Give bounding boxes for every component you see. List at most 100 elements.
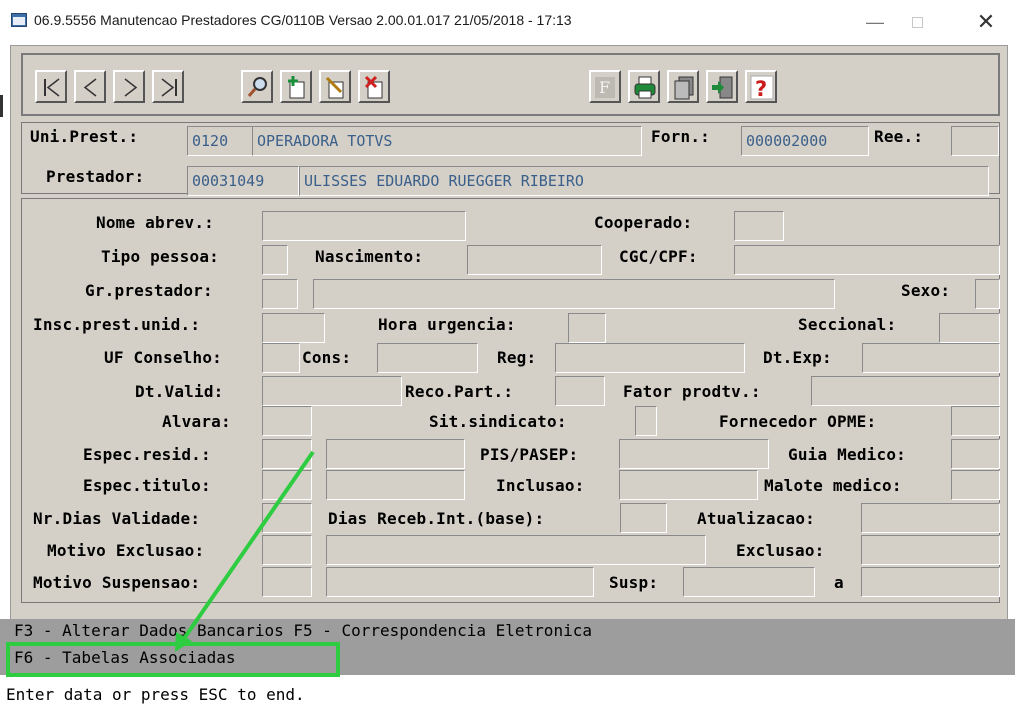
fkey-line-1[interactable]: F3 - Alterar Dados Bancarios F5 - Corres… xyxy=(14,621,592,640)
add-record-icon xyxy=(288,76,305,99)
insc-prest-unid-label: Insc.prest.unid.: xyxy=(33,315,201,334)
dt-valid-field[interactable] xyxy=(262,376,402,406)
fornecedor-opme-label: Fornecedor OPME: xyxy=(719,412,877,431)
uf-conselho-field[interactable] xyxy=(262,343,300,373)
delete-record-icon xyxy=(364,75,383,99)
susp-start-field[interactable] xyxy=(683,567,815,597)
uni-prest-name-field[interactable]: OPERADORA TOTVS xyxy=(252,126,642,156)
espec-titulo-label: Espec.titulo: xyxy=(83,476,211,495)
forn-field[interactable]: 000002000 xyxy=(741,126,869,156)
nome-abrev-label: Nome abrev.: xyxy=(96,213,214,232)
exit-button[interactable] xyxy=(706,70,738,103)
susp-end-field[interactable] xyxy=(861,567,1000,597)
filter-button[interactable]: F xyxy=(589,70,621,103)
edit-record-icon xyxy=(325,76,344,99)
seccional-field[interactable] xyxy=(939,313,1000,343)
exclusao-field[interactable] xyxy=(861,535,1000,565)
gr-prestador-code-field[interactable] xyxy=(262,279,298,309)
espec-titulo-desc-field[interactable] xyxy=(326,470,465,500)
minimize-button[interactable]: — xyxy=(855,8,895,36)
ree-label: Ree.: xyxy=(874,127,924,146)
alvara-field[interactable] xyxy=(262,406,312,436)
uni-prest-code-field[interactable]: 0120 xyxy=(187,126,257,156)
gr-prestador-desc-field[interactable] xyxy=(313,279,835,309)
cons-field[interactable] xyxy=(377,343,478,373)
susp-label: Susp: xyxy=(609,573,659,592)
nr-dias-validade-field[interactable] xyxy=(262,503,312,533)
uni-prest-label: Uni.Prest.: xyxy=(30,127,139,146)
sit-sindicato-field[interactable] xyxy=(635,406,657,436)
nr-dias-validade-label: Nr.Dias Validade: xyxy=(33,509,201,528)
close-button[interactable]: ✕ xyxy=(966,8,1006,36)
tipo-pessoa-field[interactable] xyxy=(262,245,288,275)
exclusao-label: Exclusao: xyxy=(736,541,825,560)
espec-resid-label: Espec.resid.: xyxy=(83,445,211,464)
sexo-label: Sexo: xyxy=(901,281,951,300)
motivo-suspensao-desc-field[interactable] xyxy=(326,567,594,597)
search-button[interactable] xyxy=(241,70,273,103)
nome-abrev-field[interactable] xyxy=(262,211,466,241)
copy-icon xyxy=(674,76,694,100)
atualizacao-field[interactable] xyxy=(861,503,1000,533)
alvara-label: Alvara: xyxy=(162,412,231,431)
reg-field[interactable] xyxy=(555,343,745,373)
tipo-pessoa-label: Tipo pessoa: xyxy=(101,247,219,266)
first-record-icon xyxy=(44,78,60,97)
seccional-label: Seccional: xyxy=(798,315,897,334)
pis-pasep-label: PIS/PASEP: xyxy=(480,445,579,464)
motivo-exclusao-label: Motivo Exclusao: xyxy=(47,541,205,560)
previous-record-button[interactable] xyxy=(74,70,106,103)
last-record-icon xyxy=(161,78,177,97)
reco-part-field[interactable] xyxy=(555,376,605,406)
copy-button[interactable] xyxy=(667,70,699,103)
espec-resid-code-field[interactable] xyxy=(262,439,312,469)
maximize-button[interactable] xyxy=(897,8,937,36)
last-record-button[interactable] xyxy=(152,70,184,103)
inclusao-field[interactable] xyxy=(619,470,758,500)
help-icon: ? xyxy=(750,75,774,101)
first-record-button[interactable] xyxy=(35,70,67,103)
gr-prestador-label: Gr.prestador: xyxy=(85,281,213,300)
dt-valid-label: Dt.Valid: xyxy=(135,382,224,401)
fator-prodtv-field[interactable] xyxy=(811,376,1000,406)
delete-record-button[interactable] xyxy=(358,70,390,103)
inclusao-label: Inclusao: xyxy=(496,476,585,495)
uf-conselho-label: UF Conselho: xyxy=(104,348,222,367)
dt-exp-label: Dt.Exp: xyxy=(763,348,832,367)
motivo-suspensao-code-field[interactable] xyxy=(262,567,312,597)
cooperado-label: Cooperado: xyxy=(594,213,693,232)
help-button[interactable]: ? xyxy=(745,70,777,103)
edit-record-button[interactable] xyxy=(319,70,351,103)
cgc-cpf-field[interactable] xyxy=(734,245,1000,275)
add-record-button[interactable] xyxy=(280,70,312,103)
malote-medico-field[interactable] xyxy=(951,470,1000,500)
motivo-exclusao-desc-field[interactable] xyxy=(326,535,706,565)
reg-label: Reg: xyxy=(497,348,537,367)
window-edge-marker xyxy=(0,95,3,117)
svg-text:?: ? xyxy=(755,77,767,101)
next-record-icon xyxy=(124,78,138,97)
insc-prest-unid-field[interactable] xyxy=(262,313,325,343)
ree-field[interactable] xyxy=(951,126,999,156)
print-icon xyxy=(634,76,656,99)
prestador-label: Prestador: xyxy=(46,167,145,186)
dt-exp-field[interactable] xyxy=(862,343,1000,373)
sexo-field[interactable] xyxy=(975,279,1000,309)
guia-medico-field[interactable] xyxy=(951,439,1000,469)
guia-medico-label: Guia Medico: xyxy=(788,445,906,464)
malote-medico-label: Malote medico: xyxy=(764,476,902,495)
fornecedor-opme-field[interactable] xyxy=(951,406,1000,436)
nascimento-field[interactable] xyxy=(467,245,602,275)
prestador-code-field[interactable]: 00031049 xyxy=(187,166,299,196)
prestador-name-field[interactable]: ULISSES EDUARDO RUEGGER RIBEIRO xyxy=(299,166,989,196)
cooperado-field[interactable] xyxy=(734,211,784,241)
espec-resid-desc-field[interactable] xyxy=(326,439,465,469)
motivo-exclusao-code-field[interactable] xyxy=(262,535,312,565)
dias-receb-int-label: Dias Receb.Int.(base): xyxy=(328,509,545,528)
dias-receb-int-field[interactable] xyxy=(620,503,667,533)
print-button[interactable] xyxy=(628,70,660,103)
espec-titulo-code-field[interactable] xyxy=(262,470,312,500)
pis-pasep-field[interactable] xyxy=(619,439,769,469)
hora-urgencia-field[interactable] xyxy=(568,313,606,343)
next-record-button[interactable] xyxy=(113,70,145,103)
